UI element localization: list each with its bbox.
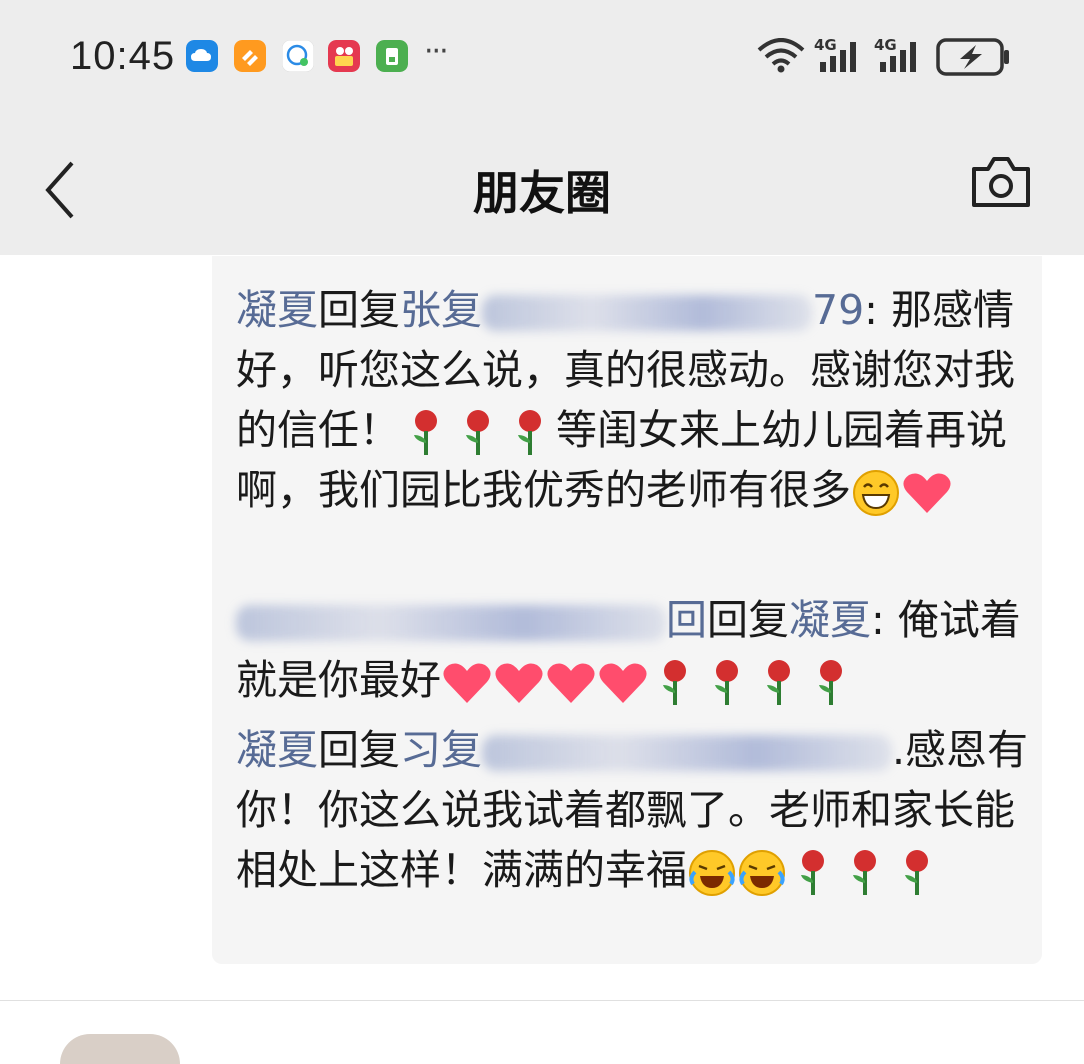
cloud-app-icon xyxy=(186,40,218,72)
blurred-name xyxy=(236,605,666,641)
green-app-icon xyxy=(376,40,408,72)
avatar[interactable] xyxy=(60,1034,180,1064)
rose-emoji xyxy=(801,850,824,895)
comment-item[interactable]: 回回复凝夏: 俺试着就是你最好 xyxy=(236,590,1036,710)
laugh-cry-emoji xyxy=(739,850,785,896)
video-app-icon xyxy=(328,40,360,72)
heart-emoji xyxy=(547,663,595,703)
heart-emoji xyxy=(599,663,647,703)
battery-charging-icon xyxy=(936,38,1009,76)
comment-item[interactable]: 凝夏回复习复 .感恩有你！你这么说我试着都飘了。老师和家长能相处上这样！满满的幸福 xyxy=(236,720,1036,900)
rose-emoji xyxy=(518,410,541,455)
chat-app-icon xyxy=(282,40,314,72)
status-time: 10:45 xyxy=(70,34,176,78)
status-bar: 10:45 ··· 4G 4G xyxy=(0,0,1084,115)
heart-emoji xyxy=(443,663,491,703)
nav-bar: 朋友圈 xyxy=(0,115,1084,255)
heart-emoji xyxy=(903,473,951,513)
rose-emoji xyxy=(767,660,790,705)
reply-word: 回复 xyxy=(318,726,400,774)
reply-target-tail: . xyxy=(892,726,906,774)
comment-author[interactable]: 凝夏 xyxy=(236,726,318,774)
rose-emoji xyxy=(414,410,437,455)
reply-target[interactable]: 习复 xyxy=(400,726,482,774)
heart-emoji xyxy=(495,663,543,703)
orange-app-icon xyxy=(234,40,266,72)
reply-word: 回复 xyxy=(318,286,400,334)
page-title: 朋友圈 xyxy=(473,166,611,220)
blurred-name xyxy=(482,295,812,331)
comment-colon: : xyxy=(871,596,898,644)
signal-icon-2 xyxy=(880,42,916,72)
camera-icon[interactable] xyxy=(970,155,1032,209)
comment-section: 凝夏回复张复 79: 那感情好，听您这么说，真的很感动。感谢您对我的信任！ 等闺女来… xyxy=(212,256,1042,964)
post-divider xyxy=(0,1000,1084,1001)
reply-target[interactable]: 张复 xyxy=(400,286,482,334)
comment-item[interactable]: 凝夏回复张复 79: 那感情好，听您这么说，真的很感动。感谢您对我的信任！ 等闺女来… xyxy=(236,280,1036,520)
blurred-name xyxy=(482,735,892,771)
rose-emoji xyxy=(819,660,842,705)
rose-emoji xyxy=(853,850,876,895)
grin-emoji xyxy=(853,470,899,516)
more-notifications-icon: ··· xyxy=(424,34,449,69)
wifi-icon xyxy=(757,38,805,73)
reply-target-tail[interactable]: 79 xyxy=(812,286,864,334)
signal-icon-1 xyxy=(820,42,856,72)
rose-emoji xyxy=(715,660,738,705)
comment-colon: : xyxy=(864,286,892,334)
comment-author[interactable]: 凝夏 xyxy=(236,286,318,334)
rose-emoji xyxy=(905,850,928,895)
reply-word: 回复 xyxy=(707,596,789,644)
reply-target[interactable]: 凝夏 xyxy=(789,596,871,644)
rose-emoji xyxy=(466,410,489,455)
rose-emoji xyxy=(663,660,686,705)
comment-author-tail[interactable]: 回 xyxy=(666,596,707,644)
laugh-cry-emoji xyxy=(689,850,735,896)
